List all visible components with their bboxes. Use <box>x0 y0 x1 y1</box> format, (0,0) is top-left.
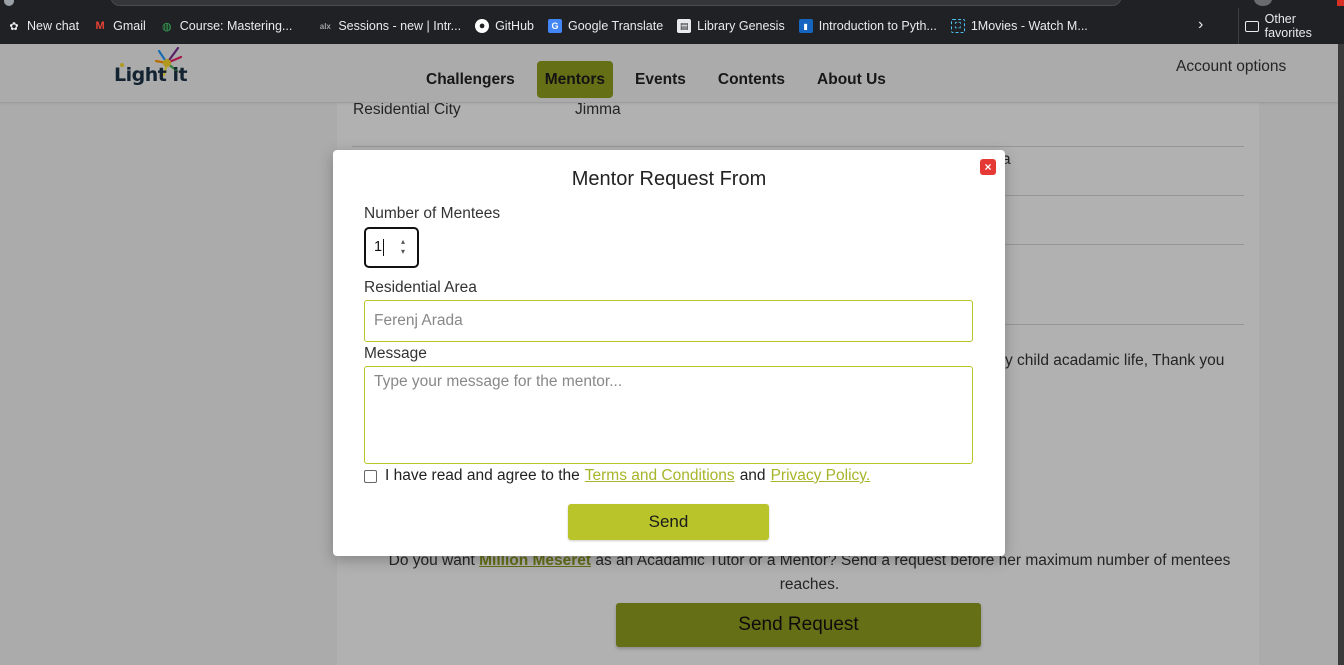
agree-row: I have read and agree to the Terms and C… <box>364 467 875 485</box>
bookmark-label: Google Translate <box>567 19 664 33</box>
text-caret <box>383 239 384 256</box>
send-button[interactable]: Send <box>568 504 769 540</box>
bookmark-label: Sessions - new | Intr... <box>338 19 462 33</box>
bookmark-label: 1Movies - Watch M... <box>970 19 1088 33</box>
other-favorites-label: Other favorites <box>1264 12 1312 40</box>
bookmark-label: Library Genesis <box>697 19 785 33</box>
book-icon: ▤ <box>677 19 692 33</box>
bookmark-label: Course: Mastering... <box>179 19 293 33</box>
web-page: Light it Challengers Mentors Events Cont… <box>0 44 1338 665</box>
residential-area-input[interactable]: Ferenj Arada <box>364 300 973 342</box>
terms-link[interactable]: Terms and Conditions <box>585 467 735 485</box>
privacy-link[interactable]: Privacy Policy. <box>771 467 871 485</box>
message-label: Message <box>364 345 427 362</box>
edx-icon: ▮ <box>798 19 813 33</box>
bookmark-google-translate[interactable]: G Google Translate <box>541 12 670 40</box>
bookmark-other-favorites[interactable]: Other favorites <box>1238 8 1344 44</box>
bookmark-gmail[interactable]: M Gmail <box>86 12 153 40</box>
page-scrollbar[interactable] <box>1338 44 1344 665</box>
message-textarea[interactable]: Type your message for the mentor... <box>364 366 973 464</box>
address-bar[interactable] <box>110 0 1122 6</box>
and-text: and <box>739 467 766 484</box>
github-icon: ● <box>475 19 490 33</box>
gmail-icon: M <box>95 20 105 32</box>
browser-top-strip <box>0 0 1344 8</box>
chevron-right-icon[interactable]: › <box>1198 16 1203 34</box>
bookmark-library-genesis[interactable]: ▤ Library Genesis <box>670 12 792 40</box>
bookmark-course[interactable]: ◍ Course: Mastering... <box>153 12 300 40</box>
mentees-label: Number of Mentees <box>364 205 501 222</box>
bookmark-label: Gmail <box>113 19 146 33</box>
bookmarks-bar: ✿ New chat M Gmail ◍ Course: Mastering..… <box>0 8 1344 44</box>
bookmark-1movies[interactable]: ⛶ 1Movies - Watch M... <box>944 12 1095 40</box>
translate-icon: G <box>547 19 562 33</box>
agree-checkbox[interactable] <box>364 469 377 483</box>
mentees-number-input[interactable]: 1 ▴ ▾ <box>364 227 419 268</box>
agree-text: I have read and agree to the <box>385 467 580 484</box>
alx-icon: alx <box>319 21 331 31</box>
bookmark-intro-python[interactable]: ▮ Introduction to Pyth... <box>792 12 944 40</box>
bookmark-label: New chat <box>27 19 80 33</box>
movie-icon: ⛶ <box>950 19 965 33</box>
globe-icon: ◍ <box>161 20 172 33</box>
bookmark-github[interactable]: ● GitHub <box>468 12 541 40</box>
spinner-arrows-icon[interactable]: ▴ ▾ <box>398 237 408 257</box>
mentees-value: 1 <box>374 239 383 255</box>
close-window-icon[interactable] <box>1337 0 1344 6</box>
openai-icon: ✿ <box>9 20 19 33</box>
residential-area-label: Residential Area <box>364 279 477 296</box>
mentor-request-modal: × Mentor Request From Number of Mentees … <box>333 150 1005 556</box>
bookmark-new-chat[interactable]: ✿ New chat <box>0 12 86 40</box>
profile-icon[interactable] <box>1254 0 1272 6</box>
browser-icon-stub <box>4 0 14 6</box>
bookmark-sessions[interactable]: alx Sessions - new | Intr... <box>311 12 468 40</box>
folder-icon <box>1245 20 1259 32</box>
bookmark-label: GitHub <box>495 19 534 33</box>
bookmark-label: Introduction to Pyth... <box>818 19 937 33</box>
modal-title: Mentor Request From <box>571 168 767 190</box>
